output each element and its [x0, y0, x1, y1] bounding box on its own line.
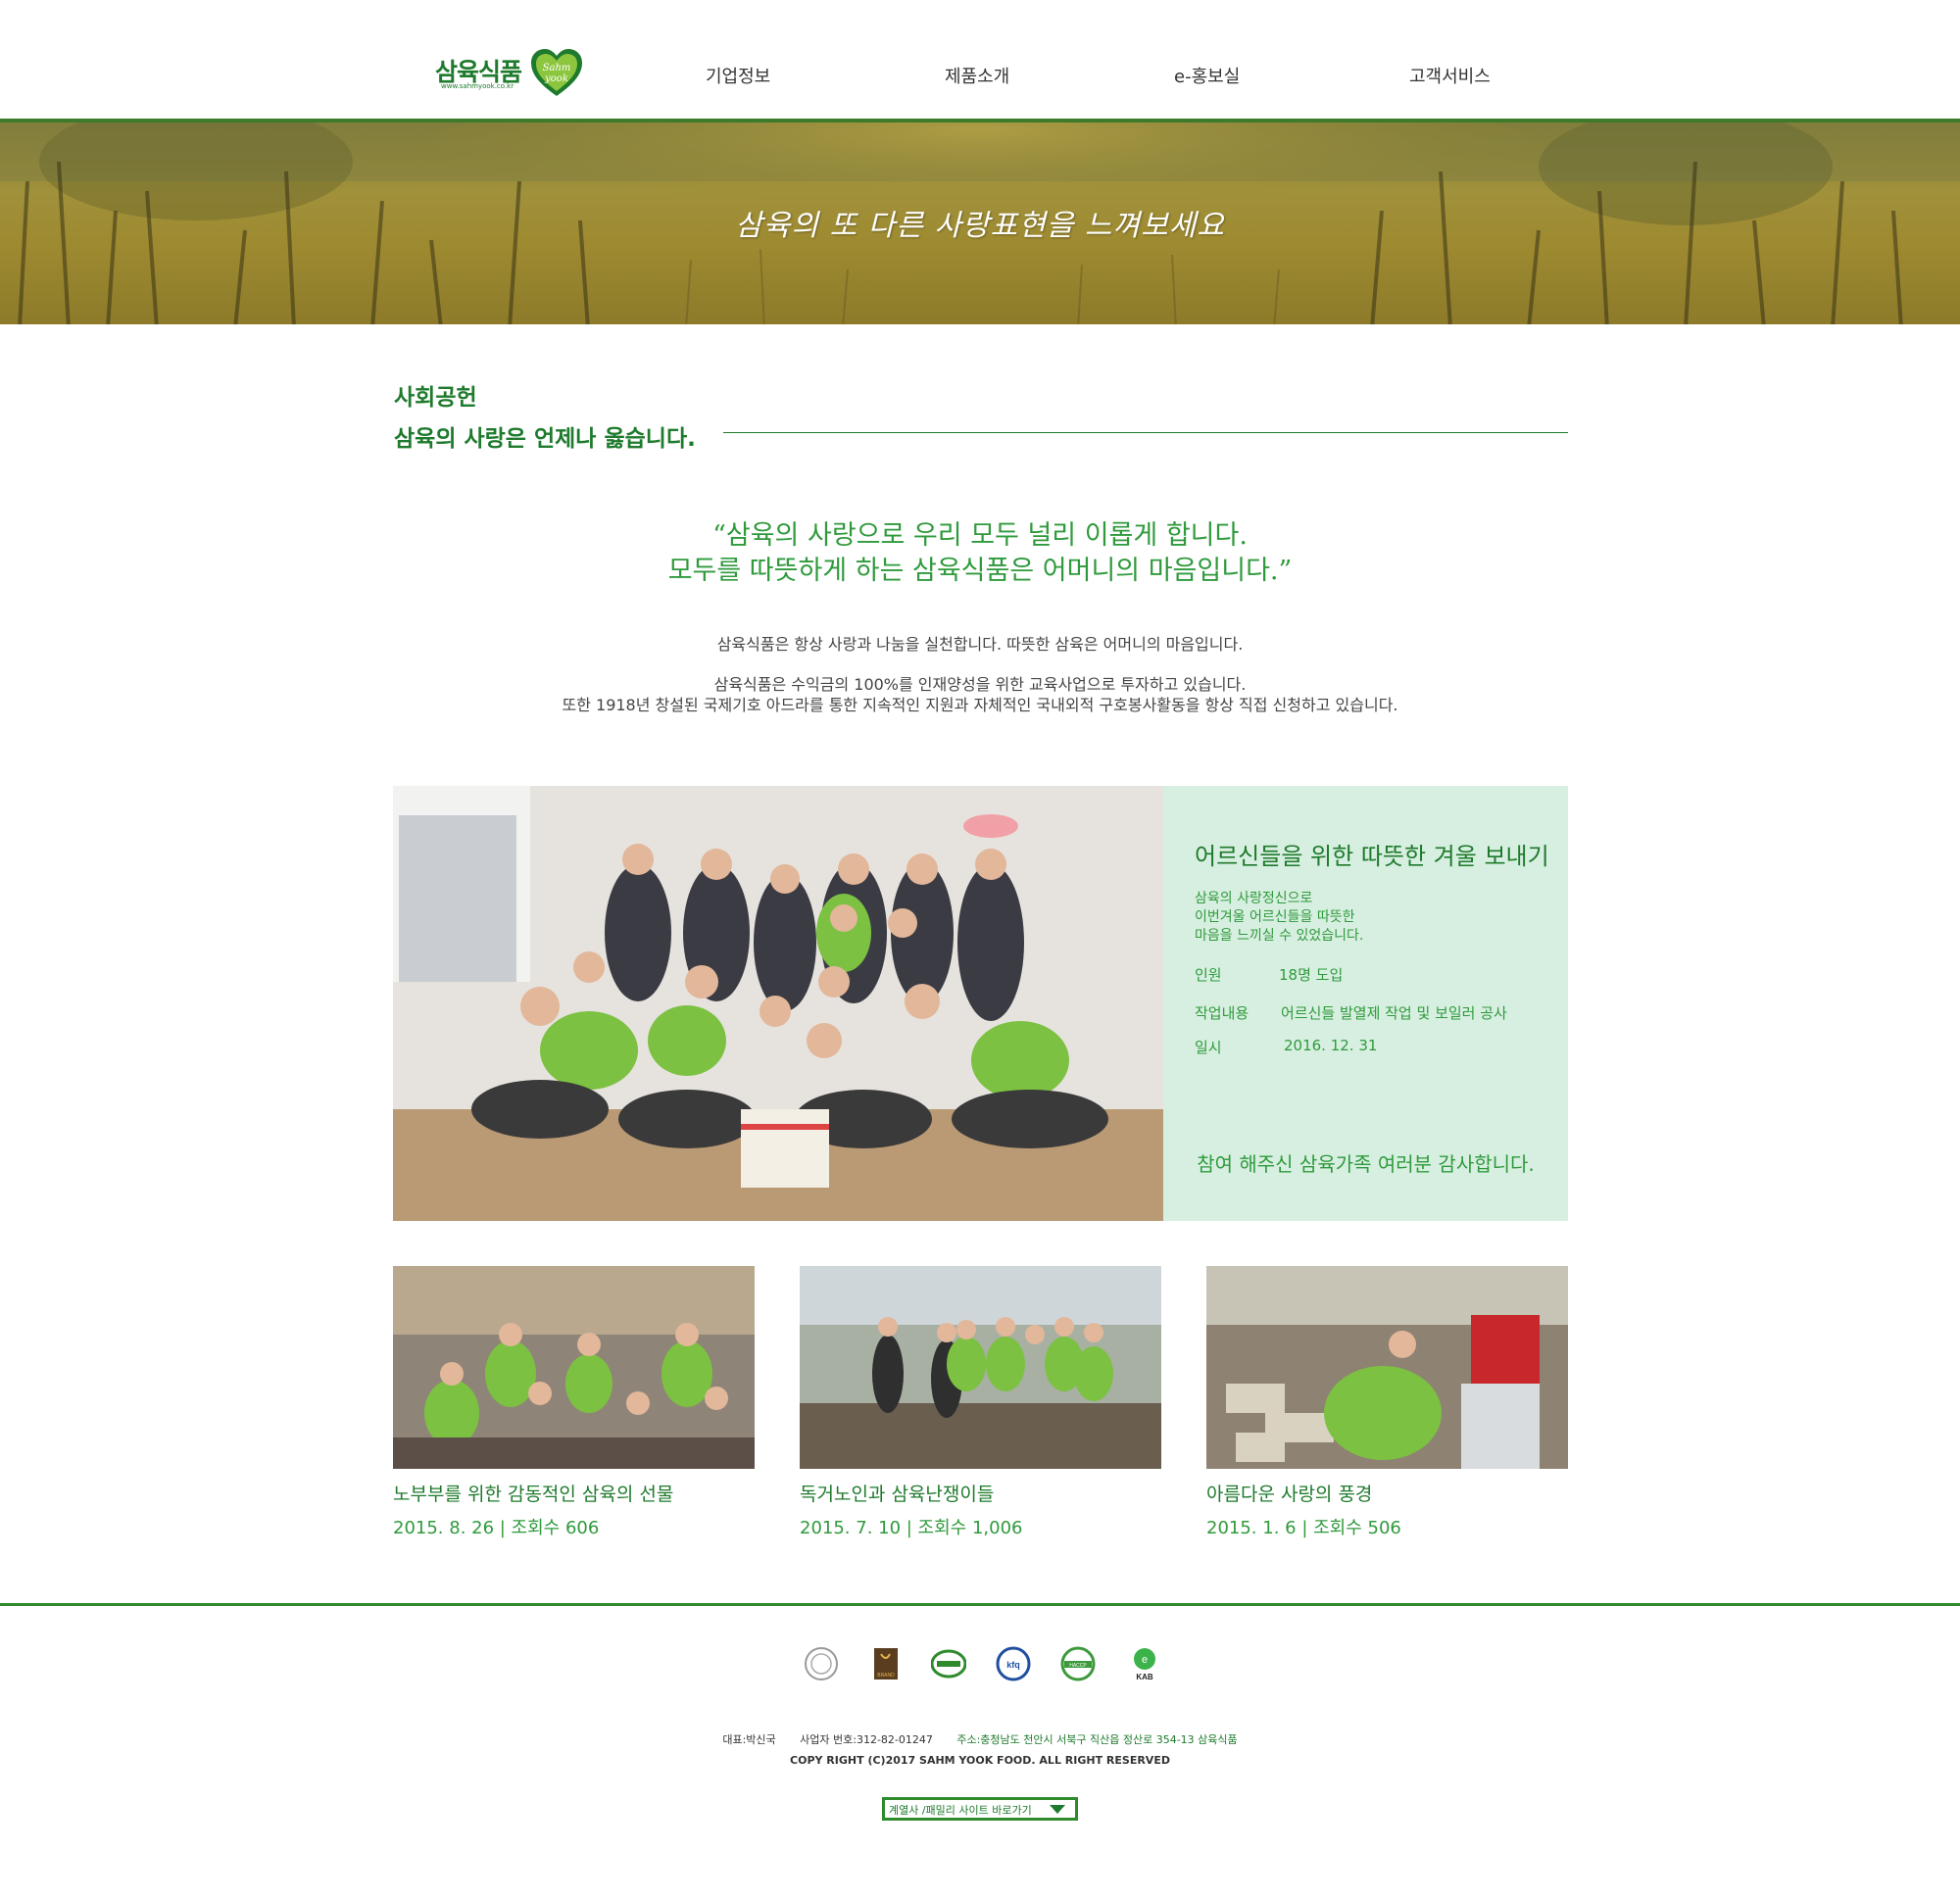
- card-photo[interactable]: [1206, 1266, 1568, 1469]
- hero-banner: 삼육의 또 다른 사랑표현을 느껴보세요: [0, 119, 1960, 324]
- quote-line-2: 모두를 따뜻하게 하는 삼육식품은 어머니의 마음입니다.”: [667, 556, 1293, 586]
- section-divider: [723, 432, 1568, 433]
- kab-icon-label: KAB: [1136, 1673, 1153, 1681]
- nav-pr-room[interactable]: e-홍보실: [1174, 63, 1240, 88]
- card-photo[interactable]: [800, 1266, 1161, 1469]
- kgc-icon: [931, 1649, 966, 1679]
- card-title[interactable]: 독거노인과 삼육난쟁이들: [800, 1480, 1161, 1506]
- volunteer-group-photo: [393, 786, 1163, 1221]
- family-site-label: 계열사 /패밀리 사이트 바로가기: [889, 1804, 1032, 1817]
- footer-divider: [0, 1603, 1960, 1606]
- section-subtitle: 삼육의 사랑은 언제나 옳습니다.: [394, 426, 696, 452]
- copyright: COPY RIGHT (C)2017 SAHM YOOK FOOD. ALL R…: [790, 1754, 1170, 1767]
- feature-description: 삼육의 사랑정신으로 이번겨울 어르신들을 따뜻한 마음을 느끼실 수 있었습니…: [1195, 890, 1363, 946]
- cert-seal-icon: [805, 1647, 838, 1680]
- intro-paragraph-1: 삼육식품은 항상 사랑과 나눔을 실천합니다. 따뜻한 삼육은 어머니의 마음입…: [716, 635, 1244, 654]
- business-number: 사업자 번호:312-82-01247: [800, 1733, 933, 1746]
- feature-row-value: 2016. 12. 31: [1284, 1037, 1378, 1054]
- feature-row-value: 어르신들 발열제 작업 및 보일러 공사: [1281, 1004, 1507, 1022]
- feature-photo[interactable]: [393, 786, 1163, 1221]
- feature-row-work: 작업내용 어르신들 발열제 작업 및 보일러 공사: [1195, 1002, 1507, 1023]
- feature-row-label: 일시: [1195, 1039, 1222, 1056]
- feature-row-label: 작업내용: [1195, 1004, 1250, 1022]
- logo-url: www.sahmyook.co.kr: [441, 82, 514, 90]
- quote-line-1: “삼육의 사랑으로 우리 모두 널리 이롭게 합니다.: [712, 520, 1248, 551]
- nav-company-info[interactable]: 기업정보: [706, 63, 770, 88]
- feature-row-value: 18명 도입: [1279, 966, 1344, 984]
- activity-card[interactable]: 노부부를 위한 감동적인 삼육의 선물 2015. 8. 26 | 조회수 60…: [393, 1266, 755, 1539]
- nav-products[interactable]: 제품소개: [945, 63, 1009, 88]
- card-title[interactable]: 아름다운 사랑의 풍경: [1206, 1480, 1568, 1506]
- card-photo-image: [393, 1266, 755, 1469]
- banner-slogan: 삼육의 또 다른 사랑표현을 느껴보세요: [735, 209, 1225, 243]
- card-meta: 2015. 8. 26 | 조회수 606: [393, 1518, 600, 1538]
- card-photo-image: [800, 1266, 1161, 1469]
- company-address: 주소:충청남도 천안시 서북구 직산읍 정산로 354-13 삼육식품: [956, 1733, 1238, 1746]
- nav-customer-service[interactable]: 고객서비스: [1409, 63, 1491, 88]
- site-logo[interactable]: 삼육식품 www.sahmyook.co.kr Sahm yook: [435, 43, 584, 102]
- feature-info-panel: 어르신들을 위한 따뜻한 겨울 보내기 삼육의 사랑정신으로 이번겨울 어르신들…: [1163, 786, 1568, 1221]
- intro-paragraph-3: 또한 1918년 창설된 국제기호 아드라를 통한 지속적인 지원과 자체적인 …: [562, 696, 1398, 714]
- card-title[interactable]: 노부부를 위한 감동적인 삼육의 선물: [393, 1480, 755, 1506]
- ceo-info: 대표:박신국: [722, 1733, 776, 1746]
- feature-row-label: 인원: [1195, 966, 1222, 984]
- feature-row-people: 인원 18명 도입: [1195, 964, 1343, 985]
- kab-icon: e KAB: [1134, 1648, 1155, 1681]
- family-site-select[interactable]: 계열사 /패밀리 사이트 바로가기: [882, 1797, 1078, 1821]
- card-photo-image: [1206, 1266, 1568, 1469]
- svg-text:kfq: kfq: [1006, 1660, 1020, 1670]
- feature-desc-line-3: 마음을 느끼실 수 있었습니다.: [1195, 928, 1364, 944]
- svg-text:Sahm: Sahm: [543, 63, 571, 73]
- logo-heart-icon: Sahm yook: [531, 49, 582, 96]
- section-title: 사회공헌: [394, 385, 477, 411]
- dropdown-arrow-icon: [1050, 1805, 1065, 1814]
- feature-title: 어르신들을 위한 따뜻한 겨울 보내기: [1195, 843, 1549, 870]
- kfq-icon: kfq: [996, 1646, 1031, 1681]
- brand-icon: BRAND: [874, 1648, 898, 1680]
- feature-thanks: 참여 해주신 삼육가족 여러분 감사합니다.: [1197, 1152, 1535, 1176]
- svg-text:HACCP: HACCP: [1069, 1663, 1087, 1669]
- site-header: 삼육식품 www.sahmyook.co.kr Sahm yook 기업정보 제…: [0, 0, 1960, 119]
- brand-icon-label: BRAND: [877, 1673, 895, 1679]
- haccp-icon: HACCP: [1060, 1646, 1096, 1681]
- activity-card[interactable]: 독거노인과 삼육난쟁이들 2015. 7. 10 | 조회수 1,006: [800, 1266, 1161, 1539]
- activity-card[interactable]: 아름다운 사랑의 풍경 2015. 1. 6 | 조회수 506: [1206, 1266, 1568, 1539]
- card-meta: 2015. 1. 6 | 조회수 506: [1206, 1518, 1401, 1538]
- feature-desc-line-2: 이번겨울 어르신들을 따뜻한: [1195, 909, 1355, 925]
- card-meta: 2015. 7. 10 | 조회수 1,006: [800, 1518, 1023, 1538]
- svg-text:e: e: [1142, 1654, 1148, 1666]
- svg-text:yook: yook: [544, 73, 568, 84]
- feature-row-date: 일시 2016. 12. 31: [1195, 1037, 1377, 1057]
- feature-desc-line-1: 삼육의 사랑정신으로: [1195, 891, 1313, 906]
- company-info: 대표:박신국 사업자 번호:312-82-01247 주소:충청남도 천안시 서…: [0, 1731, 1960, 1747]
- card-photo[interactable]: [393, 1266, 755, 1469]
